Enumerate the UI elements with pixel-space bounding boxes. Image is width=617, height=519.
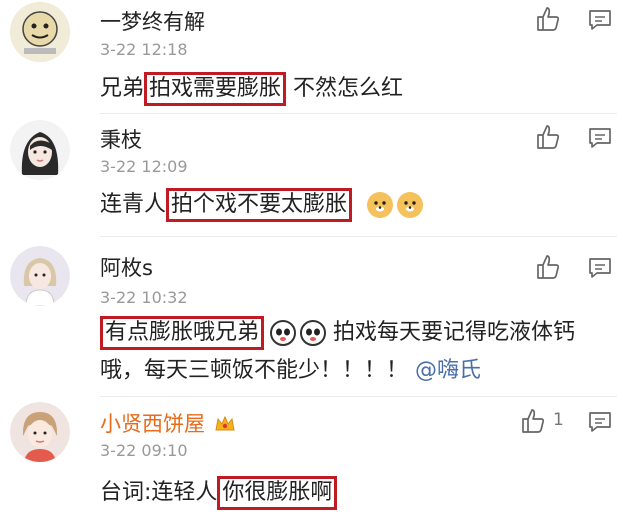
username[interactable]: 一梦终有解 [100, 6, 205, 36]
comment-time: 3-22 09:10 [100, 441, 188, 460]
comment-text: 有点膨胀哦兄弟 拍戏每天要记得吃液体钙 [100, 316, 575, 350]
panda-emoji-icon [270, 320, 297, 346]
comment-text: 兄弟 拍戏需要膨胀 不然怎么红 [100, 72, 403, 106]
comment-text-continued: 哦，每天三顿饭不能少！！！！ [100, 358, 409, 383]
comment-icon[interactable] [588, 8, 612, 32]
comment-text-before: 兄弟 [100, 76, 145, 101]
comment-text: 台词:连轻人 你很膨胀啊 [100, 476, 338, 510]
comment-text-after: 不然怎么红 [286, 76, 404, 101]
username-text: 小贤西饼屋 [100, 412, 205, 436]
highlight-box: 拍戏需要膨胀 [144, 72, 287, 106]
divider [100, 236, 617, 237]
highlight-box: 有点膨胀哦兄弟 [100, 316, 265, 350]
comment-icon[interactable] [588, 410, 612, 434]
comment-text: 连青人 拍个戏不要太膨胀 [100, 188, 424, 222]
doge-emoji-icon [397, 192, 424, 218]
comment-time: 3-22 10:32 [100, 288, 188, 307]
highlight-box: 你很膨胀啊 [217, 476, 338, 510]
comment-icon[interactable] [588, 256, 612, 280]
thumbs-up-icon[interactable] [535, 254, 561, 280]
comment-text-before: 连青人 [100, 192, 167, 217]
doge-emoji-icon [367, 192, 394, 218]
comment-time: 3-22 12:09 [100, 157, 188, 176]
comment-icon[interactable] [588, 126, 612, 150]
username[interactable]: 小贤西饼屋 [100, 408, 236, 438]
comment-text-line2: 哦，每天三顿饭不能少！！！！ @嗨氏 [100, 356, 481, 386]
username[interactable]: 秉枝 [100, 124, 142, 154]
avatar[interactable] [10, 2, 70, 62]
thumbs-up-icon[interactable] [535, 6, 561, 32]
username[interactable]: 阿枚s [100, 252, 153, 282]
mention-link[interactable]: @嗨氏 [415, 358, 481, 383]
avatar[interactable] [10, 120, 70, 180]
comment-text-before: 台词:连轻人 [100, 480, 218, 505]
crown-icon [215, 415, 235, 431]
divider [100, 396, 617, 397]
like-count: 1 [553, 410, 564, 430]
comment-time: 3-22 12:18 [100, 40, 188, 59]
avatar[interactable] [10, 402, 70, 462]
avatar[interactable] [10, 246, 70, 306]
highlight-box: 拍个戏不要太膨胀 [166, 188, 353, 222]
comment-text-after: 拍戏每天要记得吃液体钙 [326, 320, 576, 345]
thumbs-up-icon[interactable] [520, 408, 546, 434]
divider [100, 113, 617, 114]
thumbs-up-icon[interactable] [535, 124, 561, 150]
panda-emoji-icon [300, 320, 327, 346]
